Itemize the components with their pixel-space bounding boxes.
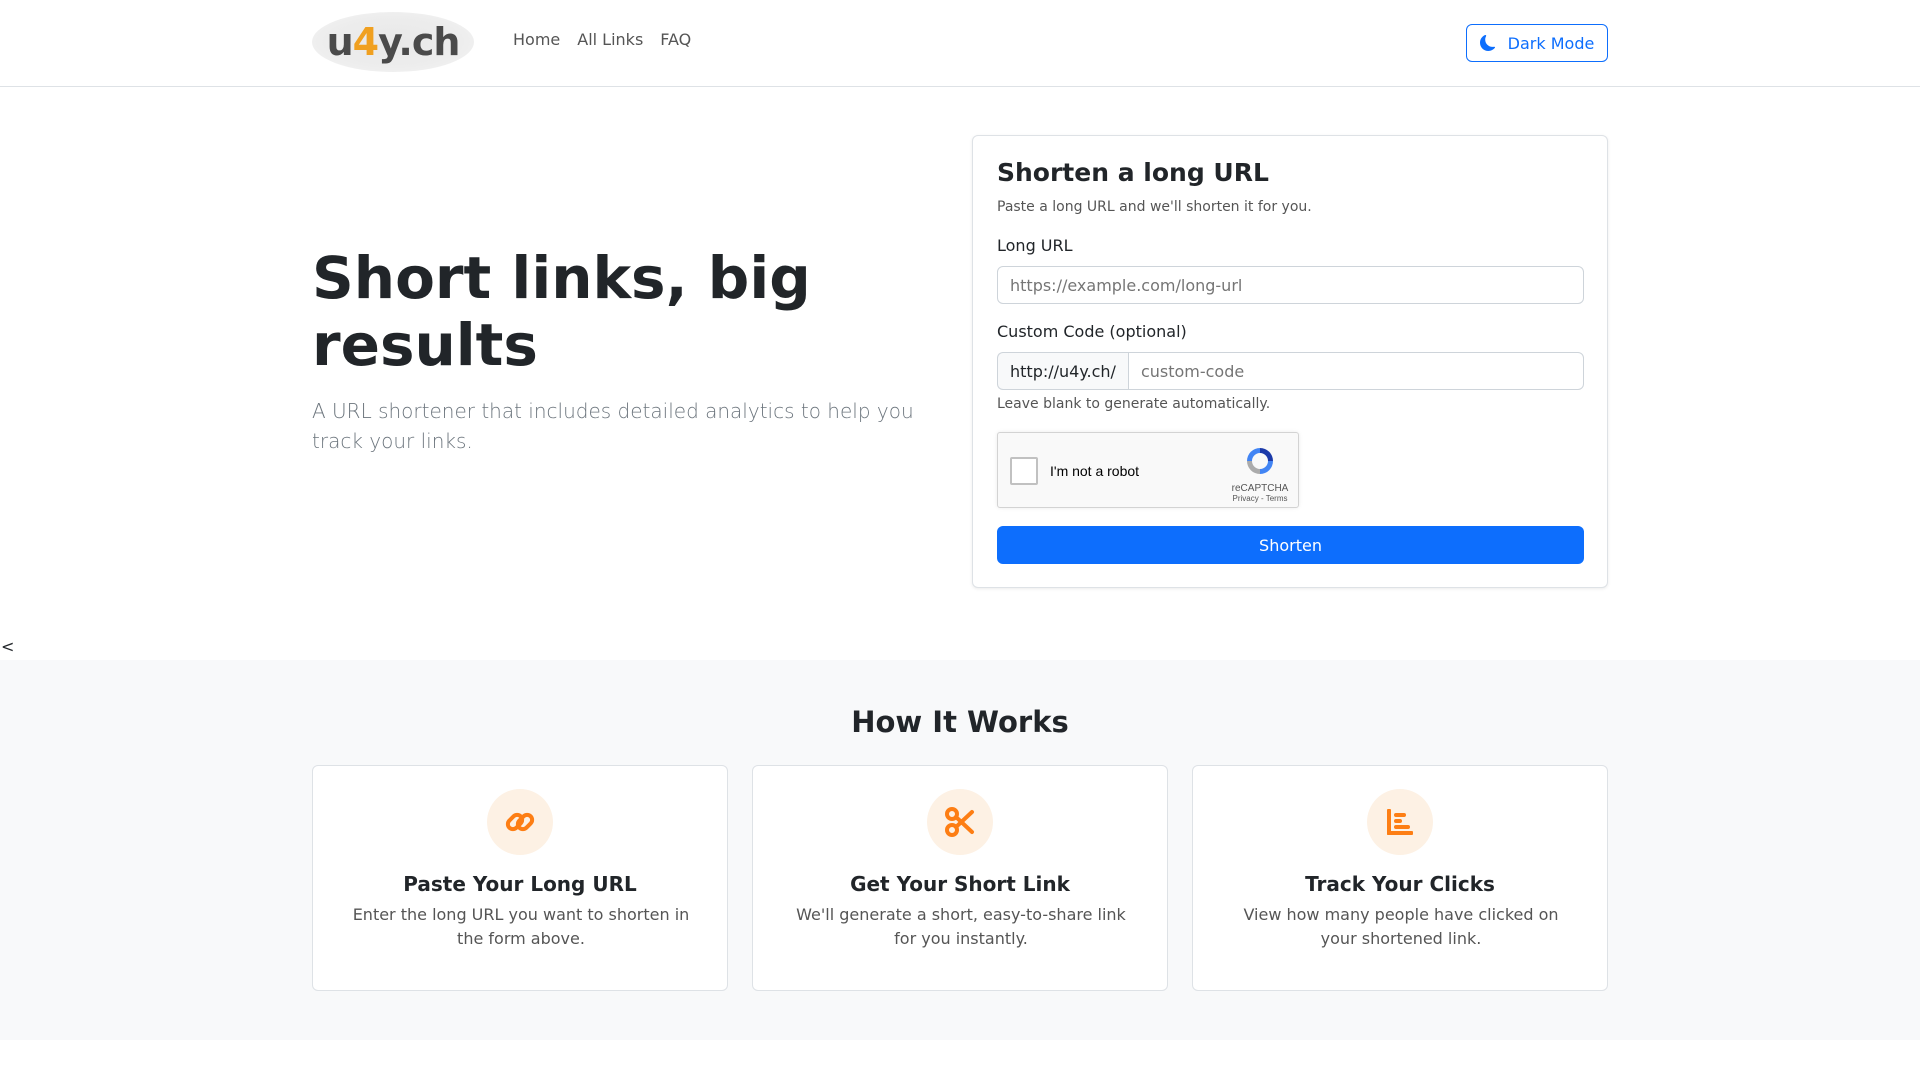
step-description: We'll generate a short, easy-to-share li…: [796, 905, 1126, 948]
custom-code-label: Custom Code (optional): [997, 322, 1187, 341]
step-card-get: Get Your Short Link We'll generate a sho…: [752, 765, 1168, 991]
recaptcha-links[interactable]: Privacy - Terms: [1230, 494, 1290, 503]
site-logo[interactable]: u4y.ch: [312, 12, 474, 72]
recaptcha-logo: reCAPTCHA Privacy - Terms: [1230, 445, 1290, 503]
custom-code-input[interactable]: [1127, 352, 1584, 390]
step-title: Track Your Clicks: [1305, 872, 1495, 896]
nav-link-all-links[interactable]: All Links: [577, 30, 643, 49]
recaptcha-widget: I'm not a robot reCAPTCHA Privacy - Term…: [997, 432, 1299, 508]
recaptcha-checkbox[interactable]: [1010, 457, 1038, 485]
long-url-input[interactable]: [997, 266, 1584, 304]
hero-subtitle: A URL shortener that includes detailed a…: [312, 399, 914, 453]
step-card-paste: Paste Your Long URL Enter the long URL y…: [312, 765, 728, 991]
link-icon: [487, 789, 553, 855]
custom-code-hint: Leave blank to generate automatically.: [997, 396, 1271, 412]
nav-links: Home All Links FAQ: [513, 30, 691, 49]
recaptcha-label: I'm not a robot: [1050, 463, 1140, 479]
custom-code-prefix: http://u4y.ch/: [997, 352, 1128, 390]
step-title: Paste Your Long URL: [403, 872, 637, 896]
dark-mode-label: Dark Mode: [1507, 33, 1595, 53]
shorten-button[interactable]: Shorten: [997, 526, 1584, 564]
recaptcha-icon: [1247, 448, 1273, 474]
custom-code-group: http://u4y.ch/: [997, 352, 1584, 390]
nav-link-home[interactable]: Home: [513, 30, 560, 49]
shorten-form-card: Shorten a long URL Paste a long URL and …: [972, 135, 1608, 588]
how-it-works-section: How It Works Paste Your Long URL Enter t…: [0, 660, 1920, 1040]
dark-mode-button[interactable]: Dark Mode: [1466, 24, 1608, 62]
long-url-label: Long URL: [997, 236, 1073, 255]
navbar: u4y.ch Home All Links FAQ Dark Mode: [0, 0, 1920, 87]
how-it-works-title: How It Works: [851, 705, 1069, 739]
scissors-icon: [927, 789, 993, 855]
step-description: Enter the long URL you want to shorten i…: [352, 905, 690, 948]
step-card-track: Track Your Clicks View how many people h…: [1192, 765, 1608, 991]
hero-title: Short links, big results: [312, 244, 811, 379]
step-title: Get Your Short Link: [850, 872, 1070, 896]
moon-icon: [1479, 35, 1495, 51]
bar-chart-icon: [1367, 789, 1433, 855]
nav-link-faq[interactable]: FAQ: [660, 30, 691, 49]
form-description: Paste a long URL and we'll shorten it fo…: [997, 199, 1312, 215]
logo-text: u4y.ch: [326, 20, 461, 64]
form-title: Shorten a long URL: [997, 158, 1269, 187]
step-description: View how many people have clicked on you…: [1243, 905, 1559, 948]
recaptcha-brand: reCAPTCHA: [1231, 483, 1289, 494]
stray-text: <: [1, 637, 15, 656]
